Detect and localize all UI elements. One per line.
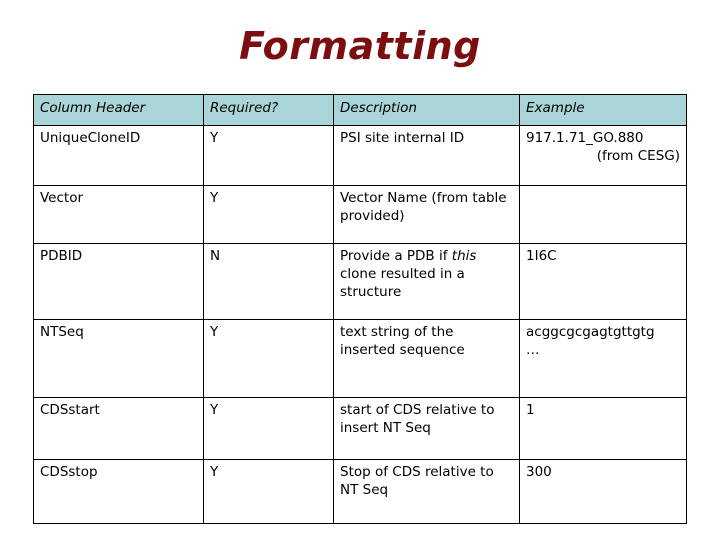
cell-column-name: CDSstart [33, 397, 204, 460]
column-header-example: Example [519, 94, 687, 126]
cell-description: Vector Name (from table provided) [333, 185, 520, 244]
cell-description: text string of the inserted sequence [333, 319, 520, 398]
table-row: Vector Y Vector Name (from table provide… [33, 185, 687, 244]
cell-example: 300 [519, 459, 687, 524]
cell-required: N [203, 243, 334, 320]
cell-column-name: Vector [33, 185, 204, 244]
table-row: CDSstop Y Stop of CDS relative to NT Seq… [33, 459, 687, 524]
cell-description: Provide a PDB if this clone resulted in … [333, 243, 520, 320]
cell-example [519, 185, 687, 244]
cell-column-name: UniqueCloneID [33, 125, 204, 186]
cell-required: Y [203, 459, 334, 524]
example-line-2: … [526, 341, 540, 358]
column-header-description: Description [333, 94, 520, 126]
cell-column-name: CDSstop [33, 459, 204, 524]
table-row: UniqueCloneID Y PSI site internal ID 917… [33, 125, 687, 186]
cell-example: 917.1.71_GO.880 (from CESG) [519, 125, 687, 186]
table-row: CDSstart Y start of CDS relative to inse… [33, 397, 687, 460]
description-line: PSI site internal ID [340, 130, 465, 146]
page-title: Formatting [239, 24, 481, 68]
column-header-required: Required? [203, 94, 334, 126]
formatting-table: Column Header Required? Description Exam… [33, 94, 687, 524]
cell-example: 1I6C [519, 243, 687, 320]
description-text-post: clone resulted in a structure [340, 265, 465, 300]
cell-required: Y [203, 125, 334, 186]
cell-required: Y [203, 319, 334, 398]
example-line-2: (from CESG) [596, 147, 680, 164]
cell-required: Y [203, 397, 334, 460]
example-line-1: acggcgcgagtgttgtg [526, 324, 655, 340]
description-line: start of CDS relative to insert NT Seq [340, 402, 495, 436]
cell-column-name: NTSeq [33, 319, 204, 398]
cell-description: start of CDS relative to insert NT Seq [333, 397, 520, 460]
cell-example: acggcgcgagtgttgtg … [519, 319, 687, 398]
column-header-name: Column Header [33, 94, 204, 126]
table-row: NTSeq Y text string of the inserted sequ… [33, 319, 687, 398]
description-line: Vector Name (from table provided) [340, 190, 507, 224]
cell-description: PSI site internal ID [333, 125, 520, 186]
cell-column-name: PDBID [33, 243, 204, 320]
description-text-emphasis: this [451, 248, 477, 264]
cell-example: 1 [519, 397, 687, 460]
cell-description: Stop of CDS relative to NT Seq [333, 459, 520, 524]
cell-required: Y [203, 185, 334, 244]
table-header-row: Column Header Required? Description Exam… [33, 94, 687, 126]
description-text-pre: Provide a PDB if [340, 248, 452, 264]
description-line: Stop of CDS relative to NT Seq [340, 464, 494, 498]
example-line-1: 917.1.71_GO.880 [526, 130, 644, 146]
table-row: PDBID N Provide a PDB if this clone resu… [33, 243, 687, 320]
description-line: text string of the inserted sequence [340, 324, 465, 358]
